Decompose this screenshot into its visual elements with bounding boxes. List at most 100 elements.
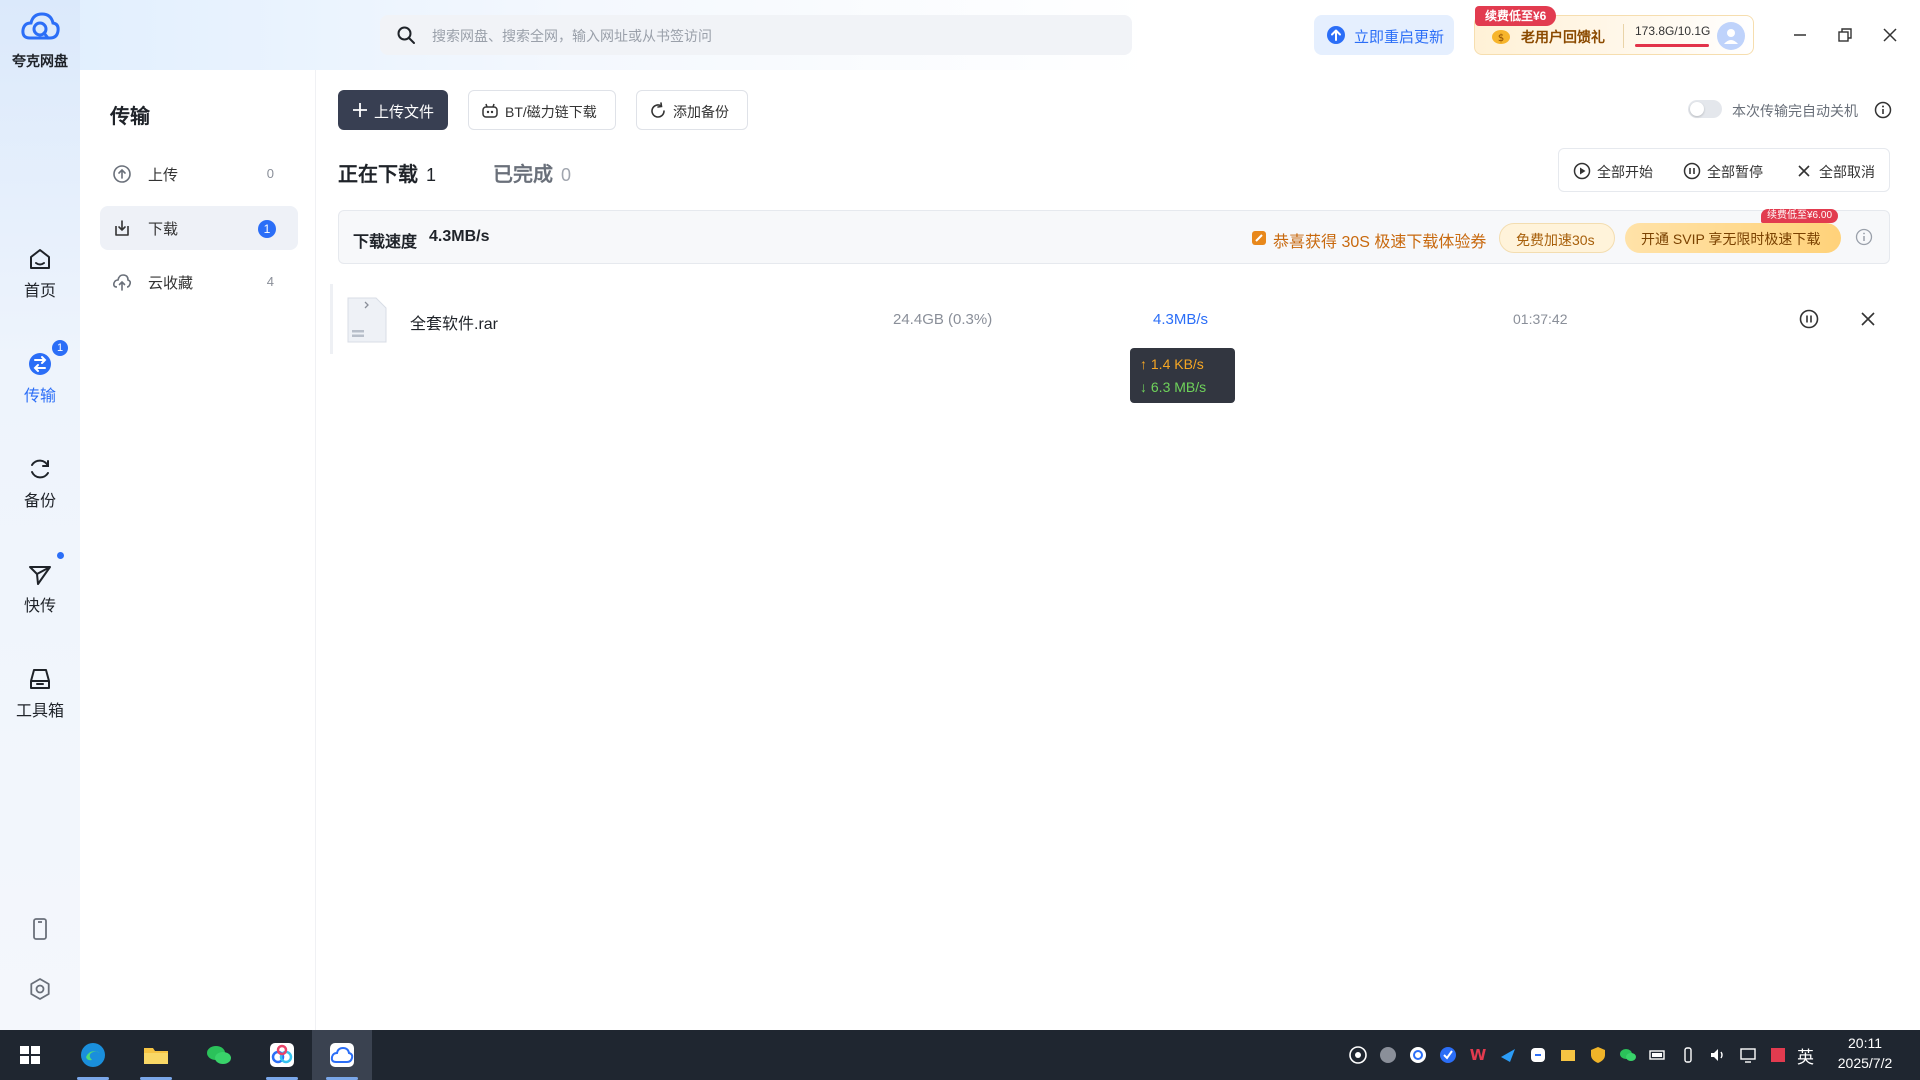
taskbar-wechat[interactable] (189, 1030, 249, 1080)
restore-button[interactable] (1830, 20, 1860, 50)
tab-downloading[interactable]: 正在下载 1 (338, 158, 436, 187)
restart-update-button[interactable]: 立即重启更新 (1314, 15, 1454, 55)
wechat-tray-icon[interactable] (1618, 1045, 1638, 1065)
sidebar-item-download[interactable]: 下载 1 (100, 206, 298, 250)
battery-tray-icon[interactable] (1648, 1045, 1668, 1065)
phone-icon[interactable] (27, 916, 53, 942)
free-boost-button[interactable]: 免费加速30s (1499, 223, 1615, 253)
cancel-all-button[interactable]: 全部取消 (1795, 161, 1885, 181)
pause-circle-icon (1683, 162, 1701, 180)
rail-item-label: 首页 (23, 283, 56, 300)
restart-update-label: 立即重启更新 (1354, 29, 1445, 46)
shield-tray-icon[interactable] (1378, 1045, 1398, 1065)
close-icon[interactable] (1857, 308, 1879, 330)
toggle-knob (1690, 102, 1704, 116)
taskbar-edge[interactable] (63, 1030, 123, 1080)
file-speed[interactable]: 4.3MB/s (1153, 311, 1208, 328)
speed-value: 4.3MB/s (429, 228, 490, 245)
info-icon[interactable] (1874, 101, 1892, 119)
sidebar-title: 传输 (110, 106, 150, 128)
tab-label: 正在下载 (338, 164, 418, 186)
edge-icon (81, 1043, 105, 1067)
wechat-icon (207, 1046, 231, 1064)
taskbar-baidu-netdisk[interactable] (252, 1030, 312, 1080)
cloud-upload-icon (113, 274, 132, 291)
toolbox-icon (30, 669, 50, 689)
minimize-button[interactable] (1785, 20, 1815, 50)
avatar[interactable] (1717, 22, 1745, 50)
check-tray-icon[interactable] (1438, 1045, 1458, 1065)
svip-upgrade-button[interactable]: 开通 SVIP 享无限时极速下载 (1625, 223, 1841, 253)
folder-tray-icon[interactable] (1558, 1045, 1578, 1065)
bulk-actions: 全部开始 全部暂停 全部取消 (1558, 148, 1890, 192)
pause-icon[interactable] (1798, 308, 1820, 330)
auto-shutdown-label: 本次传输完自动关机 (1732, 103, 1858, 119)
file-name: 全套软件.rar (410, 316, 499, 333)
storage-quota-fill (1635, 44, 1709, 47)
promo-label: 老用户回馈礼 (1521, 29, 1605, 45)
free-boost-label: 免费加速30s (1516, 232, 1595, 248)
volume-icon[interactable] (1708, 1045, 1728, 1065)
add-backup-button[interactable]: 添加备份 (636, 90, 748, 130)
folder-icon (144, 1048, 168, 1064)
search-placeholder: 搜索网盘、搜索全网，输入网址或从书签访问 (432, 28, 712, 44)
usb-tray-icon[interactable] (1678, 1045, 1698, 1065)
feishu-tray-icon[interactable] (1498, 1045, 1518, 1065)
rail-item-quick-transfer[interactable]: 快传 (0, 552, 80, 616)
taskbar-quark-netdisk[interactable] (312, 1030, 372, 1080)
sidebar-item-upload[interactable]: 上传 0 (100, 152, 298, 196)
sidebar-item-cloud-favorites[interactable]: 云收藏 4 (100, 260, 298, 304)
rail-item-label: 传输 (23, 388, 56, 405)
security-tray-icon[interactable] (1588, 1045, 1608, 1065)
start-button[interactable] (0, 1030, 60, 1080)
input-language[interactable]: 英 (1797, 1043, 1814, 1068)
coupon-message: 恭喜获得 30S 极速下载体验券 (1273, 234, 1487, 251)
taskbar-file-explorer[interactable] (126, 1030, 186, 1080)
promo-divider (1623, 24, 1624, 48)
ime-tray-icon[interactable] (1768, 1045, 1788, 1065)
storage-quota-bar (1635, 44, 1709, 47)
wps-tray-icon[interactable]: W (1468, 1045, 1488, 1065)
close-window-button[interactable] (1875, 20, 1905, 50)
clock[interactable]: 20:11 2025/7/2 (1830, 1035, 1900, 1071)
app-logo[interactable]: 夸克网盘 (0, 10, 80, 71)
start-all-button[interactable]: 全部开始 (1573, 161, 1663, 181)
time-remaining: 01:37:42 (1513, 311, 1568, 327)
network-icon[interactable] (1738, 1045, 1758, 1065)
promo-tag: 续费低至¥6 (1475, 6, 1557, 26)
storage-quota: 173.8G/10.1G (1635, 24, 1711, 38)
refresh-icon (651, 102, 665, 118)
bt-icon (482, 103, 498, 118)
transfer-icon (29, 353, 51, 375)
pause-all-label: 全部暂停 (1707, 164, 1763, 180)
app-tray-icon[interactable] (1528, 1045, 1548, 1065)
baidu-tray-icon[interactable] (1408, 1045, 1428, 1065)
svg-text:W: W (1470, 1046, 1487, 1064)
promo-banner[interactable]: 续费低至¥6 $ 老用户回馈礼 173.8G/10.1G (1474, 6, 1754, 55)
rail-item-backup[interactable]: 备份 (0, 455, 80, 511)
quark-tray-icon[interactable] (1348, 1045, 1368, 1065)
clock-date: 2025/7/2 (1837, 1055, 1893, 1071)
speed-tooltip: ↑ 1.4 KB/s ↓ 6.3 MB/s (1130, 348, 1235, 403)
app-name: 夸克网盘 (12, 53, 68, 69)
add-backup-label: 添加备份 (673, 104, 729, 120)
sidebar-item-label: 上传 (148, 167, 179, 184)
search-input[interactable]: 搜索网盘、搜索全网，输入网址或从书签访问 (380, 15, 1132, 55)
search-icon (397, 26, 415, 44)
rail-item-transfer[interactable]: 1 传输 (0, 340, 80, 406)
play-circle-icon (1573, 162, 1591, 180)
upload-file-button[interactable]: 上传文件 (338, 90, 448, 130)
rail-item-home[interactable]: 首页 (0, 245, 80, 301)
table-row[interactable]: 全套软件.rar 24.4GB (0.3%) 4.3MB/s 01:37:42 (330, 284, 1890, 354)
rail-item-toolbox[interactable]: 工具箱 (0, 665, 80, 721)
coupon-icon (1252, 231, 1266, 245)
settings-icon[interactable] (27, 976, 53, 1002)
auto-shutdown-toggle[interactable] (1688, 100, 1722, 118)
start-all-label: 全部开始 (1597, 164, 1653, 180)
upload-speed: ↑ 1.4 KB/s (1140, 356, 1204, 372)
tab-completed[interactable]: 已完成 0 (493, 158, 571, 187)
bt-magnet-download-button[interactable]: BT/磁力链下载 (468, 90, 616, 130)
sidebar-item-label: 下载 (148, 221, 179, 238)
speed-info-icon[interactable] (1855, 228, 1873, 246)
pause-all-button[interactable]: 全部暂停 (1683, 161, 1773, 181)
